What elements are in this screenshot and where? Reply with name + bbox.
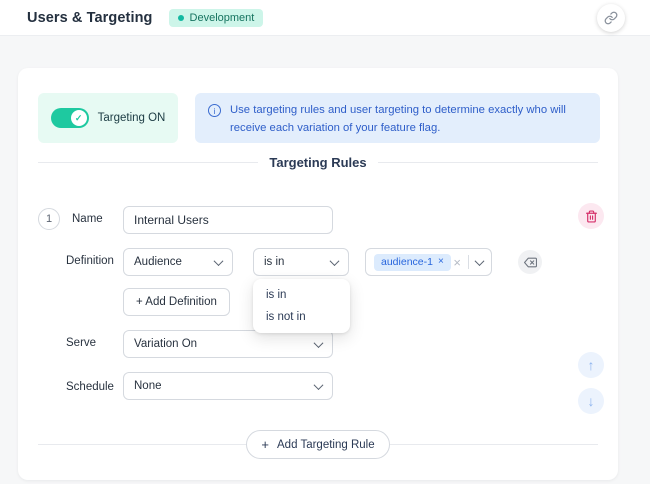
add-definition-button[interactable]: + Add Definition bbox=[123, 288, 230, 316]
definition-label: Definition bbox=[66, 255, 114, 267]
move-rule-up-button[interactable]: ↑ bbox=[578, 352, 604, 378]
schedule-select[interactable]: None bbox=[123, 372, 333, 400]
serve-select[interactable]: Variation On bbox=[123, 330, 333, 358]
name-label: Name bbox=[72, 213, 103, 225]
audience-chip: audience-1 × bbox=[374, 254, 451, 271]
arrow-up-icon: ↑ bbox=[588, 357, 595, 373]
divider-line bbox=[378, 162, 598, 163]
move-rule-down-button[interactable]: ↓ bbox=[578, 388, 604, 414]
environment-badge-label: Development bbox=[190, 12, 255, 24]
delete-rule-button[interactable] bbox=[578, 203, 604, 229]
clear-selection-icon[interactable]: × bbox=[453, 256, 461, 269]
chevron-down-icon bbox=[314, 338, 324, 348]
schedule-label: Schedule bbox=[66, 381, 114, 393]
operator-dropdown-menu: is in is not in bbox=[253, 279, 350, 333]
rule-name-input[interactable] bbox=[123, 206, 333, 234]
divider-line bbox=[390, 444, 598, 445]
users-targeting-screen: Users & Targeting Development ✓ Targetin… bbox=[0, 0, 650, 484]
attribute-select[interactable]: Audience bbox=[123, 248, 233, 276]
copy-link-button[interactable] bbox=[597, 4, 625, 32]
chevron-down-icon bbox=[330, 256, 340, 266]
link-icon bbox=[604, 11, 618, 25]
arrow-down-icon: ↓ bbox=[588, 393, 595, 409]
section-heading: Targeting Rules bbox=[38, 155, 598, 170]
add-rule-row: + Add Targeting Rule bbox=[38, 430, 598, 459]
targeting-toggle-box: ✓ Targeting ON bbox=[38, 93, 178, 143]
trash-icon bbox=[585, 210, 598, 223]
page-title: Users & Targeting bbox=[27, 10, 153, 26]
info-banner: i Use targeting rules and user targeting… bbox=[195, 93, 600, 143]
schedule-select-value: None bbox=[134, 380, 162, 392]
add-targeting-rule-button[interactable]: + Add Targeting Rule bbox=[246, 430, 389, 459]
chevron-down-icon bbox=[314, 380, 324, 390]
targeting-card: ✓ Targeting ON i Use targeting rules and… bbox=[18, 68, 618, 480]
dropdown-option-is-not-in[interactable]: is not in bbox=[253, 306, 350, 328]
erase-definition-button[interactable] bbox=[518, 250, 542, 274]
backspace-icon bbox=[524, 256, 537, 269]
section-title: Targeting Rules bbox=[269, 155, 366, 170]
chip-remove-icon[interactable]: × bbox=[438, 257, 444, 267]
page-header: Users & Targeting Development bbox=[0, 0, 650, 36]
serve-label: Serve bbox=[66, 337, 96, 349]
operator-select-value: is in bbox=[264, 256, 284, 268]
info-banner-text: Use targeting rules and user targeting t… bbox=[230, 102, 587, 134]
targeting-toggle[interactable]: ✓ bbox=[51, 108, 89, 128]
info-icon: i bbox=[208, 104, 221, 117]
attribute-select-value: Audience bbox=[134, 256, 182, 268]
divider-line bbox=[38, 162, 258, 163]
toggle-check-icon: ✓ bbox=[71, 110, 87, 126]
select-divider bbox=[468, 255, 469, 269]
audience-chip-label: audience-1 bbox=[381, 256, 433, 268]
audience-multiselect[interactable]: audience-1 × × bbox=[365, 248, 492, 276]
serve-select-value: Variation On bbox=[134, 338, 197, 350]
chevron-down-icon bbox=[475, 256, 485, 266]
dropdown-option-is-in[interactable]: is in bbox=[253, 284, 350, 306]
add-targeting-rule-label: Add Targeting Rule bbox=[277, 439, 375, 451]
environment-badge: Development bbox=[169, 9, 264, 27]
chevron-down-icon bbox=[214, 256, 224, 266]
rule-number: 1 bbox=[38, 208, 60, 230]
plus-icon: + bbox=[261, 438, 269, 451]
targeting-toggle-label: Targeting ON bbox=[98, 112, 166, 124]
operator-select[interactable]: is in bbox=[253, 248, 349, 276]
divider-line bbox=[38, 444, 246, 445]
environment-dot-icon bbox=[178, 15, 184, 21]
